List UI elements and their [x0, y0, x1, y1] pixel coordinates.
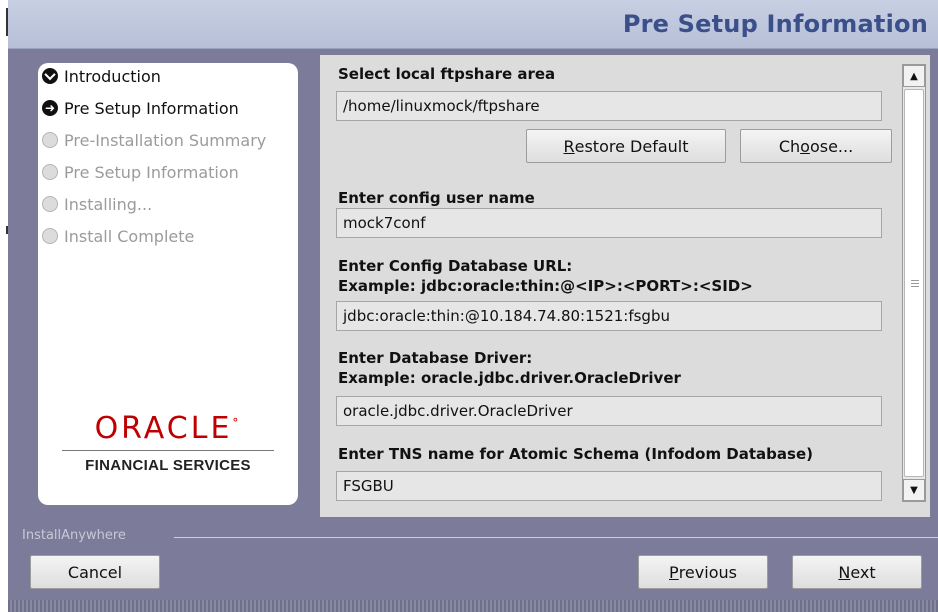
step-installing: Installing... — [42, 193, 152, 215]
config-user-label: Enter config user name — [338, 189, 535, 207]
check-icon — [42, 68, 58, 84]
tns-label: Enter TNS name for Atomic Schema (Infodo… — [338, 445, 813, 463]
steps-panel: Introduction ➜ Pre Setup Information Pre… — [38, 63, 298, 505]
circle-icon — [42, 196, 58, 212]
logo-trademark: ° — [232, 416, 242, 430]
circle-icon — [42, 164, 58, 180]
tns-input[interactable]: FSGBU — [336, 471, 882, 501]
choose-button[interactable]: Ch o ose... — [740, 129, 892, 163]
scrollbar-thumb[interactable] — [904, 89, 924, 477]
step-pre-setup-information-2: Pre Setup Information — [42, 161, 239, 183]
step-label: Pre Setup Information — [64, 162, 239, 182]
installanywhere-brand: InstallAnywhere — [22, 528, 126, 543]
config-url-label: Enter Config Database URL: — [338, 257, 573, 275]
previous-button[interactable]: Previous — [638, 555, 768, 589]
next-button[interactable]: Next — [792, 555, 922, 589]
driver-input[interactable]: oracle.jdbc.driver.OracleDriver — [336, 396, 882, 426]
logo-wordmark: ORACLE — [94, 411, 233, 446]
bottom-border — [8, 600, 938, 612]
footer-divider — [174, 537, 938, 538]
driver-example: Example: oracle.jdbc.driver.OracleDriver — [338, 369, 681, 387]
step-introduction: Introduction — [42, 65, 161, 87]
logo-subtitle: FINANCIAL SERVICES — [85, 457, 251, 474]
circle-icon — [42, 132, 58, 148]
page-title: Pre Setup Information — [622, 10, 928, 38]
step-install-complete: Install Complete — [42, 225, 194, 247]
step-label: Pre-Installation Summary — [64, 130, 267, 150]
config-url-example: Example: jdbc:oracle:thin:@<IP>:<PORT>:<… — [338, 277, 753, 295]
scroll-up-arrow-icon[interactable]: ▲ — [903, 65, 925, 87]
config-user-input[interactable]: mock7conf — [336, 208, 882, 238]
step-label: Introduction — [64, 66, 161, 86]
step-pre-installation-summary: Pre-Installation Summary — [42, 129, 266, 151]
step-label: Pre Setup Information — [64, 98, 239, 118]
cancel-button[interactable]: Cancel — [30, 555, 160, 589]
header-bar: Pre Setup Information — [8, 0, 938, 49]
vertical-scrollbar[interactable]: ▲ ▼ — [902, 64, 926, 502]
step-label: Installing... — [64, 194, 153, 214]
arrow-right-icon: ➜ — [42, 100, 58, 116]
config-url-input[interactable]: jdbc:oracle:thin:@10.184.74.80:1521:fsgb… — [336, 301, 882, 331]
step-pre-setup-information: ➜ Pre Setup Information — [42, 97, 239, 119]
ftpshare-input[interactable]: /home/linuxmock/ftpshare — [336, 91, 882, 121]
driver-label: Enter Database Driver: — [338, 349, 533, 367]
ftpshare-label: Select local ftpshare area — [338, 65, 556, 83]
step-label: Install Complete — [64, 226, 195, 246]
installer-window: Pre Setup Information Introduction ➜ Pre… — [8, 0, 938, 612]
restore-default-button[interactable]: Restore Default — [526, 129, 726, 163]
scroll-down-arrow-icon[interactable]: ▼ — [903, 479, 925, 501]
logo-divider — [62, 450, 274, 451]
form-panel: Select local ftpshare area /home/linuxmo… — [320, 55, 930, 517]
oracle-logo: ORACLE° FINANCIAL SERVICES — [56, 411, 280, 474]
window-edge — [0, 0, 8, 612]
circle-icon — [42, 228, 58, 244]
